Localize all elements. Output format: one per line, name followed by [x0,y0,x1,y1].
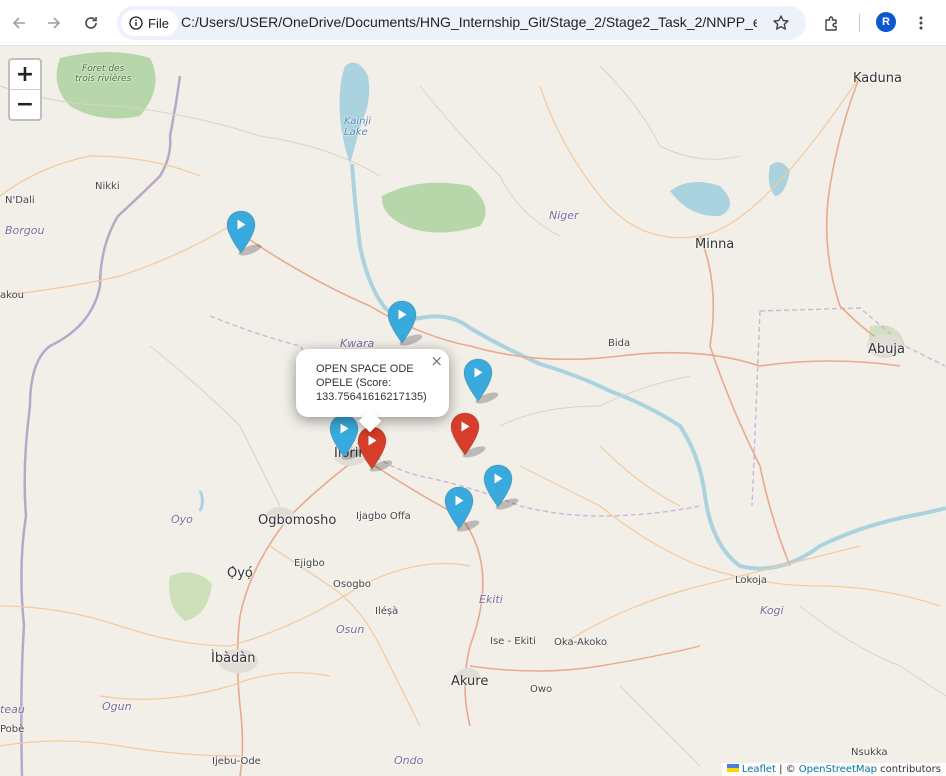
place-ndali: N'Dali [5,195,35,206]
place-akure: Akure [451,674,489,689]
region-ekiti: Ekiti [479,593,503,606]
region-borgou: Borgou [5,224,45,237]
extensions-button[interactable] [818,9,846,37]
back-button[interactable] [5,9,33,37]
address-bar[interactable]: File C:/Users/USER/OneDrive/Documents/HN… [117,6,806,40]
star-icon [773,15,789,30]
place-oka-akoko: Oka-Akoko [554,637,607,648]
puzzle-icon [825,16,837,31]
ukraine-flag-icon [726,764,739,772]
url-text[interactable]: C:/Users/USER/OneDrive/Documents/HNG_Int… [181,14,757,30]
place-ilesa: Iléṣà [375,606,399,617]
region-osun: Osun [336,623,365,636]
file-label: File [148,15,169,31]
zoom-in-button[interactable]: + [10,60,40,90]
kebab-menu-icon [919,16,923,30]
place-ejigbo: Ejigbo [294,558,325,569]
region-kogi: Kogi [760,604,784,617]
forest-area [381,182,486,233]
place-ogbomosho: Ogbomosho [258,513,337,528]
profile-avatar[interactable]: R [876,12,896,32]
forest-label: Foret des trois rivières [75,64,132,84]
place-ijebu-ode: Ijebu-Ode [212,756,261,767]
map-attribution: Leaflet | © OpenStreetMap contributors [721,763,946,776]
region-ogun: Ogun [102,700,132,713]
map-marker-blue[interactable] [385,299,423,347]
reload-icon [85,17,97,29]
place-akou: akou [0,290,25,301]
reload-button[interactable] [77,9,105,37]
map-marker-red[interactable] [448,411,486,459]
place-kaduna: Kaduna [853,71,902,86]
bookmark-button[interactable] [769,11,793,35]
place-osogbo: Osogbo [333,579,372,590]
kainji-lake [339,62,370,164]
popup-close-button[interactable]: × [430,352,443,370]
map-marker-blue[interactable] [442,485,480,533]
region-plateau: teau [0,703,25,716]
place-nikki: Nikki [95,181,120,192]
place-minna: Minna [695,237,735,252]
map-marker-blue[interactable] [461,357,499,405]
place-ibadan: Ìbàdàn [211,651,256,666]
browser-toolbar: File C:/Users/USER/OneDrive/Documents/HN… [0,0,946,46]
leaflet-link[interactable]: Leaflet [742,764,776,775]
kainji-lake-label: Kainji Lake [344,116,372,138]
menu-button[interactable] [907,9,935,37]
region-ondo: Ondo [394,754,424,767]
region-niger: Niger [549,209,579,222]
place-abuja: Abuja [868,342,905,357]
forward-arrow-icon [48,17,61,29]
zoom-control: + − [8,58,42,121]
info-icon [129,16,143,30]
place-ise-ekiti: Ise - Ekiti [490,636,536,647]
forward-button[interactable] [40,9,68,37]
place-oyo: Ọ̀yọ́ [227,566,253,581]
attribution-separator: | © [775,764,799,775]
place-lokoja: Lokoja [735,575,767,586]
place-pobe: Pobè [0,724,25,735]
zoom-out-button[interactable]: − [10,90,40,119]
back-arrow-icon [12,17,25,29]
place-bida: Bida [608,338,631,349]
marker-popup: OPEN SPACE ODE OPELE (Score: 133.7564161… [296,349,449,433]
attribution-suffix: contributors [877,764,941,775]
place-owo: Owo [530,684,553,695]
popup-text: OPEN SPACE ODE OPELE (Score: 133.7564161… [316,363,427,403]
map-marker-blue[interactable] [224,209,262,257]
map-marker-red[interactable] [355,425,393,473]
place-nsukka: Nsukka [851,747,888,758]
map-view[interactable]: Kaduna Minna Abuja Bida Lokoja Ilorin Og… [0,46,946,776]
osm-link[interactable]: OpenStreetMap [799,764,877,775]
region-oyo: Oyo [171,513,193,526]
site-info-chip[interactable]: File [121,10,178,36]
toolbar-divider [859,14,860,32]
place-ijagbo-offa: Ijagbo Offa [356,511,411,522]
